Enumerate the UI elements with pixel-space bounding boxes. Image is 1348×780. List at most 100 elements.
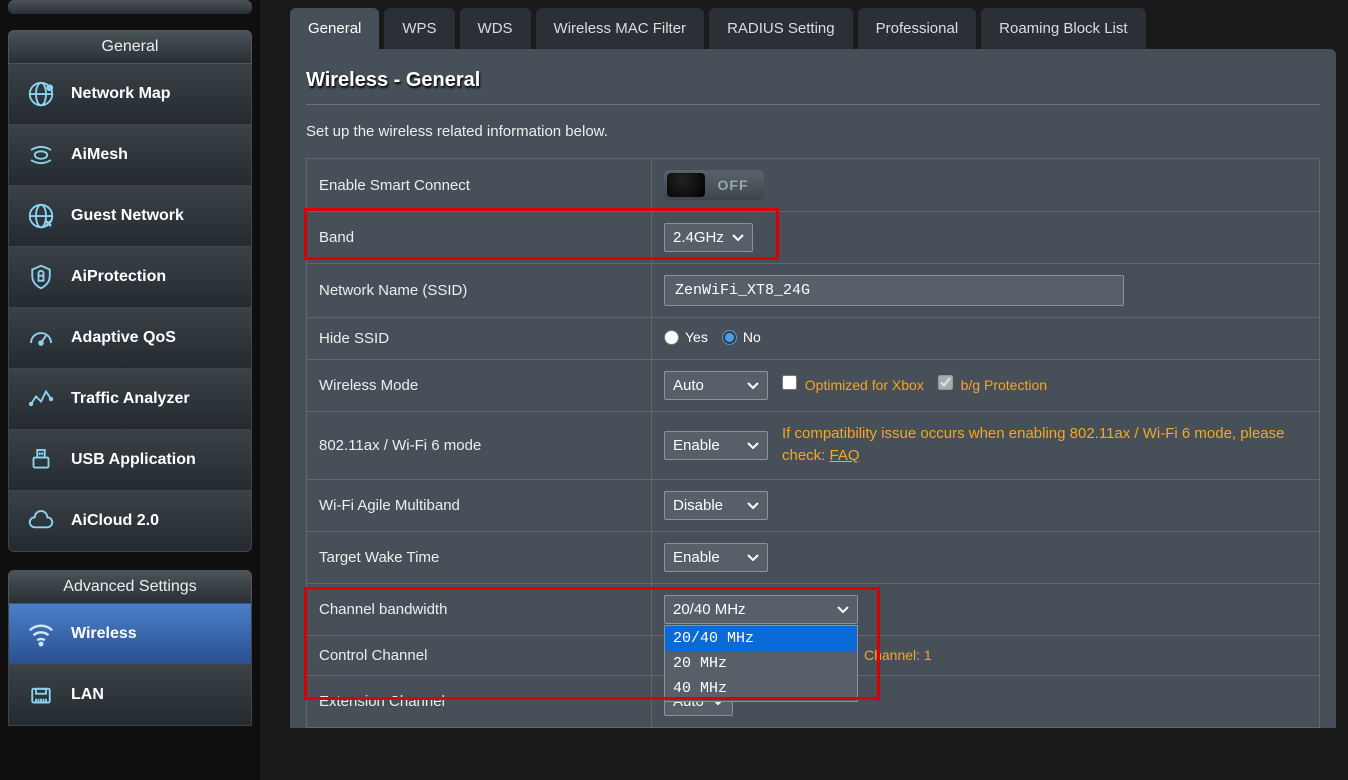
sidebar-item-label: Guest Network [71, 207, 184, 225]
bandwidth-option[interactable]: 20 MHz [665, 651, 857, 676]
label-wireless-mode: Wireless Mode [307, 359, 652, 411]
row-band: Band 2.4GHz [307, 212, 1320, 264]
sidebar-item-aimesh[interactable]: AiMesh [8, 125, 252, 186]
sidebar-item-label: LAN [71, 686, 104, 704]
sidebar-item-aicloud[interactable]: AiCloud 2.0 [8, 491, 252, 552]
sidebar-item-label: Network Map [71, 85, 171, 103]
label-wifi6: 802.11ax / Wi-Fi 6 mode [307, 411, 652, 479]
label-ssid: Network Name (SSID) [307, 264, 652, 318]
sidebar-item-adaptive-qos[interactable]: Adaptive QoS [8, 308, 252, 369]
tab-wds[interactable]: WDS [460, 8, 531, 49]
bg-checkbox[interactable] [938, 375, 953, 390]
label-hide-ssid: Hide SSID [307, 318, 652, 360]
chevron-down-icon [747, 377, 759, 394]
tab-mac-filter[interactable]: Wireless MAC Filter [536, 8, 705, 49]
xbox-label: Optimized for Xbox [805, 377, 924, 393]
toggle-knob [667, 173, 705, 197]
select-value: Enable [673, 437, 720, 454]
band-select[interactable]: 2.4GHz [664, 223, 753, 252]
settings-panel: Wireless - General Set up the wireless r… [290, 49, 1336, 728]
settings-table: Enable Smart Connect OFF Band 2.4GHz [306, 158, 1320, 728]
chevron-down-icon [747, 497, 759, 514]
wifi6-select[interactable]: Enable [664, 431, 768, 460]
wifi6-help: If compatibility issue occurs when enabl… [782, 423, 1307, 468]
toggle-state: OFF [705, 177, 761, 193]
cloud-icon [25, 505, 57, 537]
row-ssid: Network Name (SSID) [307, 264, 1320, 318]
sidebar-item-label: AiCloud 2.0 [71, 512, 159, 530]
sidebar-item-guest-network[interactable]: Guest Network [8, 186, 252, 247]
hide-ssid-no-radio[interactable] [722, 330, 737, 345]
control-channel-info: Channel: 1 [864, 647, 932, 663]
select-value: Auto [673, 377, 704, 394]
sidebar-item-label: AiMesh [71, 146, 128, 164]
panel-desc: Set up the wireless related information … [306, 123, 1320, 140]
row-wifi6: 802.11ax / Wi-Fi 6 mode Enable If compat… [307, 411, 1320, 479]
sidebar-item-label: Wireless [71, 625, 137, 643]
hide-ssid-yes-radio[interactable] [664, 330, 679, 345]
radio-label-yes: Yes [685, 329, 708, 345]
sidebar-item-usb-application[interactable]: USB Application [8, 430, 252, 491]
label-smart-connect: Enable Smart Connect [307, 159, 652, 212]
ssid-input[interactable] [664, 275, 1124, 306]
row-hide-ssid: Hide SSID Yes No [307, 318, 1320, 360]
row-twt: Target Wake Time Enable [307, 531, 1320, 583]
tab-general[interactable]: General [290, 8, 379, 49]
chevron-down-icon [837, 601, 849, 618]
tab-professional[interactable]: Professional [858, 8, 977, 49]
bandwidth-dropdown: 20/40 MHz 20/40 MHz 20 MHz 40 MHz [664, 595, 858, 624]
tab-radius[interactable]: RADIUS Setting [709, 8, 853, 49]
bandwidth-option[interactable]: 40 MHz [665, 676, 857, 701]
sidebar-item-network-map[interactable]: Network Map [8, 64, 252, 125]
select-value: Disable [673, 497, 723, 514]
chevron-down-icon [747, 437, 759, 454]
agile-select[interactable]: Disable [664, 491, 768, 520]
bandwidth-option[interactable]: 20/40 MHz [665, 626, 857, 651]
sidebar-advanced-header: Advanced Settings [8, 570, 252, 604]
row-wireless-mode: Wireless Mode Auto Optimized for Xbox b/… [307, 359, 1320, 411]
wifi-icon [25, 618, 57, 650]
panel-divider [306, 104, 1320, 105]
select-value: 20/40 MHz [673, 601, 746, 618]
sidebar-item-label: USB Application [71, 451, 196, 469]
sidebar: General Network Map AiMesh Guest Network… [0, 0, 260, 780]
twt-select[interactable]: Enable [664, 543, 768, 572]
mesh-icon [25, 139, 57, 171]
wireless-mode-select[interactable]: Auto [664, 371, 768, 400]
bandwidth-select[interactable]: 20/40 MHz [664, 595, 858, 624]
row-bandwidth: Channel bandwidth 20/40 MHz 20/40 MHz 20… [307, 583, 1320, 635]
chevron-down-icon [732, 229, 744, 246]
lan-icon [25, 679, 57, 711]
sidebar-item-label: Adaptive QoS [71, 329, 176, 347]
smart-connect-toggle[interactable]: OFF [664, 170, 764, 200]
row-smart-connect: Enable Smart Connect OFF [307, 159, 1320, 212]
sidebar-item-aiprotection[interactable]: AiProtection [8, 247, 252, 308]
select-value: Enable [673, 549, 720, 566]
usb-icon [25, 444, 57, 476]
faq-link[interactable]: FAQ [830, 447, 860, 464]
setup-item[interactable] [8, 0, 252, 14]
xbox-checkbox[interactable] [782, 375, 797, 390]
sidebar-item-traffic-analyzer[interactable]: Traffic Analyzer [8, 369, 252, 430]
bg-label: b/g Protection [961, 377, 1047, 393]
meter-icon [25, 322, 57, 354]
label-band: Band [307, 212, 652, 264]
analyzer-icon [25, 383, 57, 415]
shield-icon [25, 261, 57, 293]
globe-icon [25, 78, 57, 110]
sidebar-item-lan[interactable]: LAN [8, 665, 252, 726]
label-control-channel: Control Channel [307, 635, 652, 675]
chevron-down-icon [747, 549, 759, 566]
sidebar-item-label: AiProtection [71, 268, 166, 286]
sidebar-item-wireless[interactable]: Wireless [8, 604, 252, 665]
row-agile: Wi-Fi Agile Multiband Disable [307, 479, 1320, 531]
select-value: 2.4GHz [673, 229, 724, 246]
tab-wps[interactable]: WPS [384, 8, 454, 49]
sidebar-item-label: Traffic Analyzer [71, 390, 190, 408]
sidebar-general-header: General [8, 30, 252, 64]
main-content: General WPS WDS Wireless MAC Filter RADI… [260, 0, 1348, 780]
label-bandwidth: Channel bandwidth [307, 583, 652, 635]
label-ext-channel: Extension Channel [307, 675, 652, 727]
label-agile: Wi-Fi Agile Multiband [307, 479, 652, 531]
tab-roaming[interactable]: Roaming Block List [981, 8, 1145, 49]
